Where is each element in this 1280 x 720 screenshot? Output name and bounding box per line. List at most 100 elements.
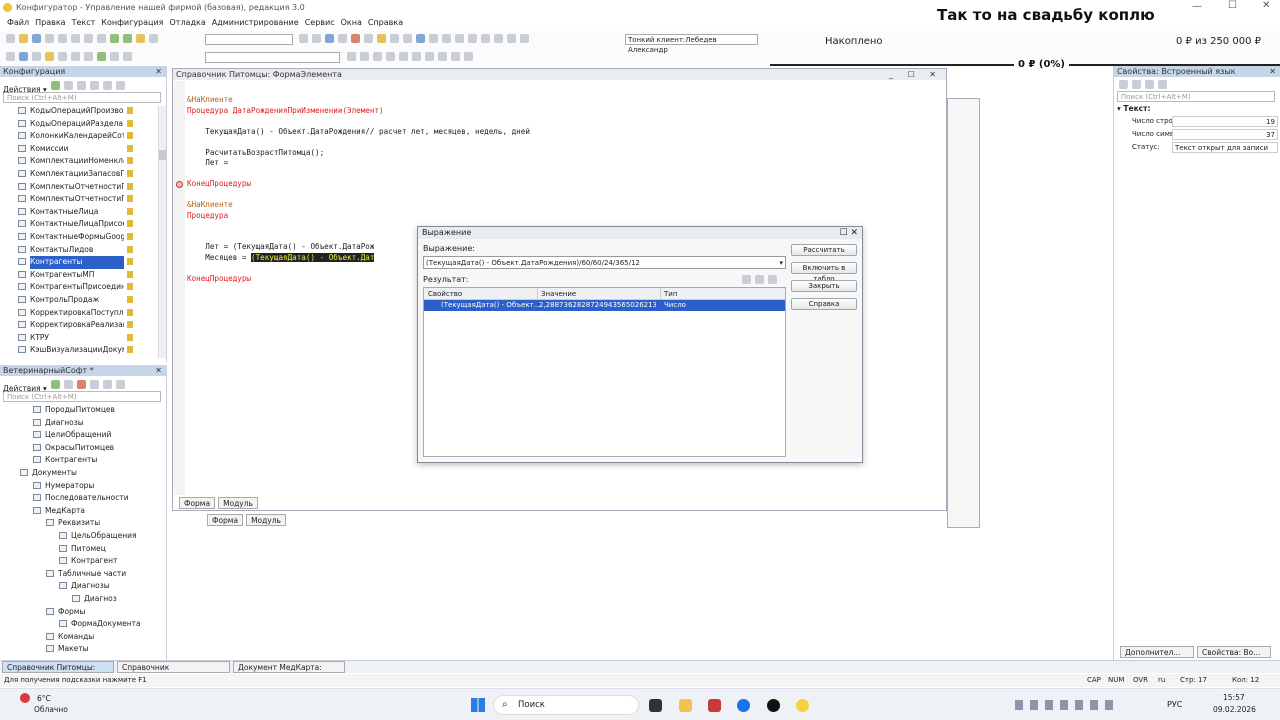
debug-icon[interactable]: [351, 34, 360, 43]
tree-item[interactable]: Контрагент: [20, 555, 166, 568]
list-icon[interactable]: [360, 52, 369, 61]
search-icon[interactable]: [149, 34, 158, 43]
delete-icon[interactable]: [77, 81, 87, 90]
format-icon[interactable]: [429, 34, 438, 43]
print-icon[interactable]: [84, 34, 93, 43]
help-button[interactable]: Справка: [791, 298, 857, 310]
tray-icons[interactable]: [1015, 700, 1115, 710]
categories-icon[interactable]: [1119, 80, 1128, 89]
window-tab-colors[interactable]: Справочник ОкрасыПитомц...: [117, 661, 230, 683]
browser-icon[interactable]: [737, 699, 750, 712]
tree-item[interactable]: Команды: [20, 631, 166, 644]
start-icon[interactable]: [471, 698, 485, 712]
syntax-icon[interactable]: [507, 34, 516, 43]
menu-debug[interactable]: Отладка: [166, 16, 208, 30]
tree-item[interactable]: КонтактныеФормыGoogle: [18, 231, 166, 244]
new-icon[interactable]: [6, 34, 15, 43]
compare-icon[interactable]: [45, 52, 54, 61]
add-to-board-button[interactable]: Включить в табло: [791, 262, 857, 283]
filter-icon[interactable]: [1145, 80, 1154, 89]
save-icon[interactable]: [32, 34, 41, 43]
file-explorer-icon[interactable]: [679, 699, 692, 712]
tree-item[interactable]: Диагнозы: [20, 417, 166, 430]
tree-item[interactable]: КорректировкаПоступлен...: [18, 307, 166, 320]
uncomment-icon[interactable]: [481, 34, 490, 43]
module-icon[interactable]: [416, 34, 425, 43]
config-icon[interactable]: [6, 52, 15, 61]
tree-item[interactable]: КонтактныеЛица: [18, 206, 166, 219]
run-icon[interactable]: [377, 34, 386, 43]
query-icon[interactable]: [464, 52, 473, 61]
close-icon[interactable]: ✕: [1269, 66, 1276, 77]
tree-item[interactable]: ФормаДокумента: [20, 618, 166, 631]
tree-item[interactable]: Питомец: [20, 543, 166, 556]
config-scrollbar[interactable]: [158, 106, 166, 358]
tab-module-bg[interactable]: Модуль: [246, 514, 286, 526]
check-icon[interactable]: [97, 52, 106, 61]
code-line[interactable]: Лет =: [187, 158, 927, 169]
table-icon[interactable]: [768, 275, 777, 284]
locals-icon[interactable]: [412, 52, 421, 61]
code-line[interactable]: Процедура: [187, 211, 927, 222]
undo-icon[interactable]: [110, 34, 119, 43]
tab-properties[interactable]: Свойства: Во...: [1197, 646, 1271, 658]
tree-item[interactable]: КолонкиКалендарейСотру...: [18, 130, 166, 143]
tree-item[interactable]: КэшВизуализацииДокуме...: [18, 344, 166, 357]
window-tab-medcard[interactable]: Документ МедКарта: Форм...: [233, 661, 345, 683]
refresh-icon[interactable]: [520, 34, 529, 43]
tree-item[interactable]: КонтрагентыМП: [18, 269, 166, 282]
up-icon[interactable]: [90, 380, 100, 389]
tree-item[interactable]: Контрагенты: [20, 454, 166, 467]
sort-icon[interactable]: [116, 81, 126, 90]
tree-item[interactable]: КонтрольПродаж: [18, 294, 166, 307]
tree-item[interactable]: КонтрагентыПрисоединен...: [18, 281, 166, 294]
chevron-down-icon[interactable]: ▾: [779, 257, 783, 269]
prop-value[interactable]: 37: [1172, 129, 1278, 140]
code-line[interactable]: [187, 137, 927, 148]
tree-item[interactable]: Диагноз: [20, 593, 166, 606]
code-line[interactable]: КонецПроцедуры: [187, 179, 927, 190]
menu-windows[interactable]: Окна: [338, 16, 365, 30]
tree-item[interactable]: ЦелиОбращений: [20, 429, 166, 442]
proc-combo[interactable]: [205, 52, 340, 63]
wizard-icon[interactable]: [494, 34, 503, 43]
code-line[interactable]: ТекущаяДата() - Объект.ДатаРождения// ра…: [187, 127, 927, 138]
tree-item[interactable]: ПородыПитомцев: [20, 404, 166, 417]
alpha-icon[interactable]: [1132, 80, 1141, 89]
find-prev-icon[interactable]: [312, 34, 321, 43]
task-view-icon[interactable]: [649, 699, 662, 712]
table-row[interactable]: (ТекущаяДата() - Объект... 2,28873628287…: [424, 300, 785, 311]
tree-item[interactable]: Диагнозы: [20, 580, 166, 593]
minimize-button[interactable]: —: [1192, 1, 1202, 12]
github-icon[interactable]: [767, 699, 780, 712]
props-search-input[interactable]: Поиск (Ctrl+Alt+M): [1117, 91, 1275, 102]
dialog-controls[interactable]: ☐ ✕: [840, 227, 858, 239]
search-combo[interactable]: [205, 34, 293, 45]
indent-icon[interactable]: [442, 34, 451, 43]
tree-item[interactable]: Макеты: [20, 643, 166, 656]
up-icon[interactable]: [90, 81, 100, 90]
comment-icon[interactable]: [468, 34, 477, 43]
tree-item[interactable]: ЦельОбращения: [20, 530, 166, 543]
store-icon[interactable]: [708, 699, 721, 712]
redo-icon[interactable]: [123, 34, 132, 43]
calculate-button[interactable]: Рассчитать: [791, 244, 857, 256]
close-icon[interactable]: ✕: [155, 365, 162, 376]
code-line[interactable]: [187, 169, 927, 180]
paste-icon[interactable]: [71, 34, 80, 43]
tree-item[interactable]: КодыОперацийРаздела7...: [18, 118, 166, 131]
editor-window-controls[interactable]: _ ☐ ✕: [889, 69, 942, 80]
edit-icon[interactable]: [64, 81, 74, 90]
add-icon[interactable]: [51, 81, 61, 90]
db-icon[interactable]: [19, 52, 28, 61]
expr-input[interactable]: (ТекущаяДата() - Объект.ДатаРождения)/60…: [423, 256, 786, 269]
eval-icon[interactable]: [425, 52, 434, 61]
menu-admin[interactable]: Администрирование: [209, 16, 302, 30]
menu-config[interactable]: Конфигурация: [98, 16, 166, 30]
tree-item[interactable]: КонтактныеЛицаПриcoeд...: [18, 218, 166, 231]
close-icon[interactable]: ✕: [155, 66, 162, 77]
menu-file[interactable]: Файл: [4, 16, 32, 30]
tree-item[interactable]: Последовательности: [20, 492, 166, 505]
stop-icon[interactable]: [390, 34, 399, 43]
code-line[interactable]: РасчитатьВозрастПитомца();: [187, 148, 927, 159]
